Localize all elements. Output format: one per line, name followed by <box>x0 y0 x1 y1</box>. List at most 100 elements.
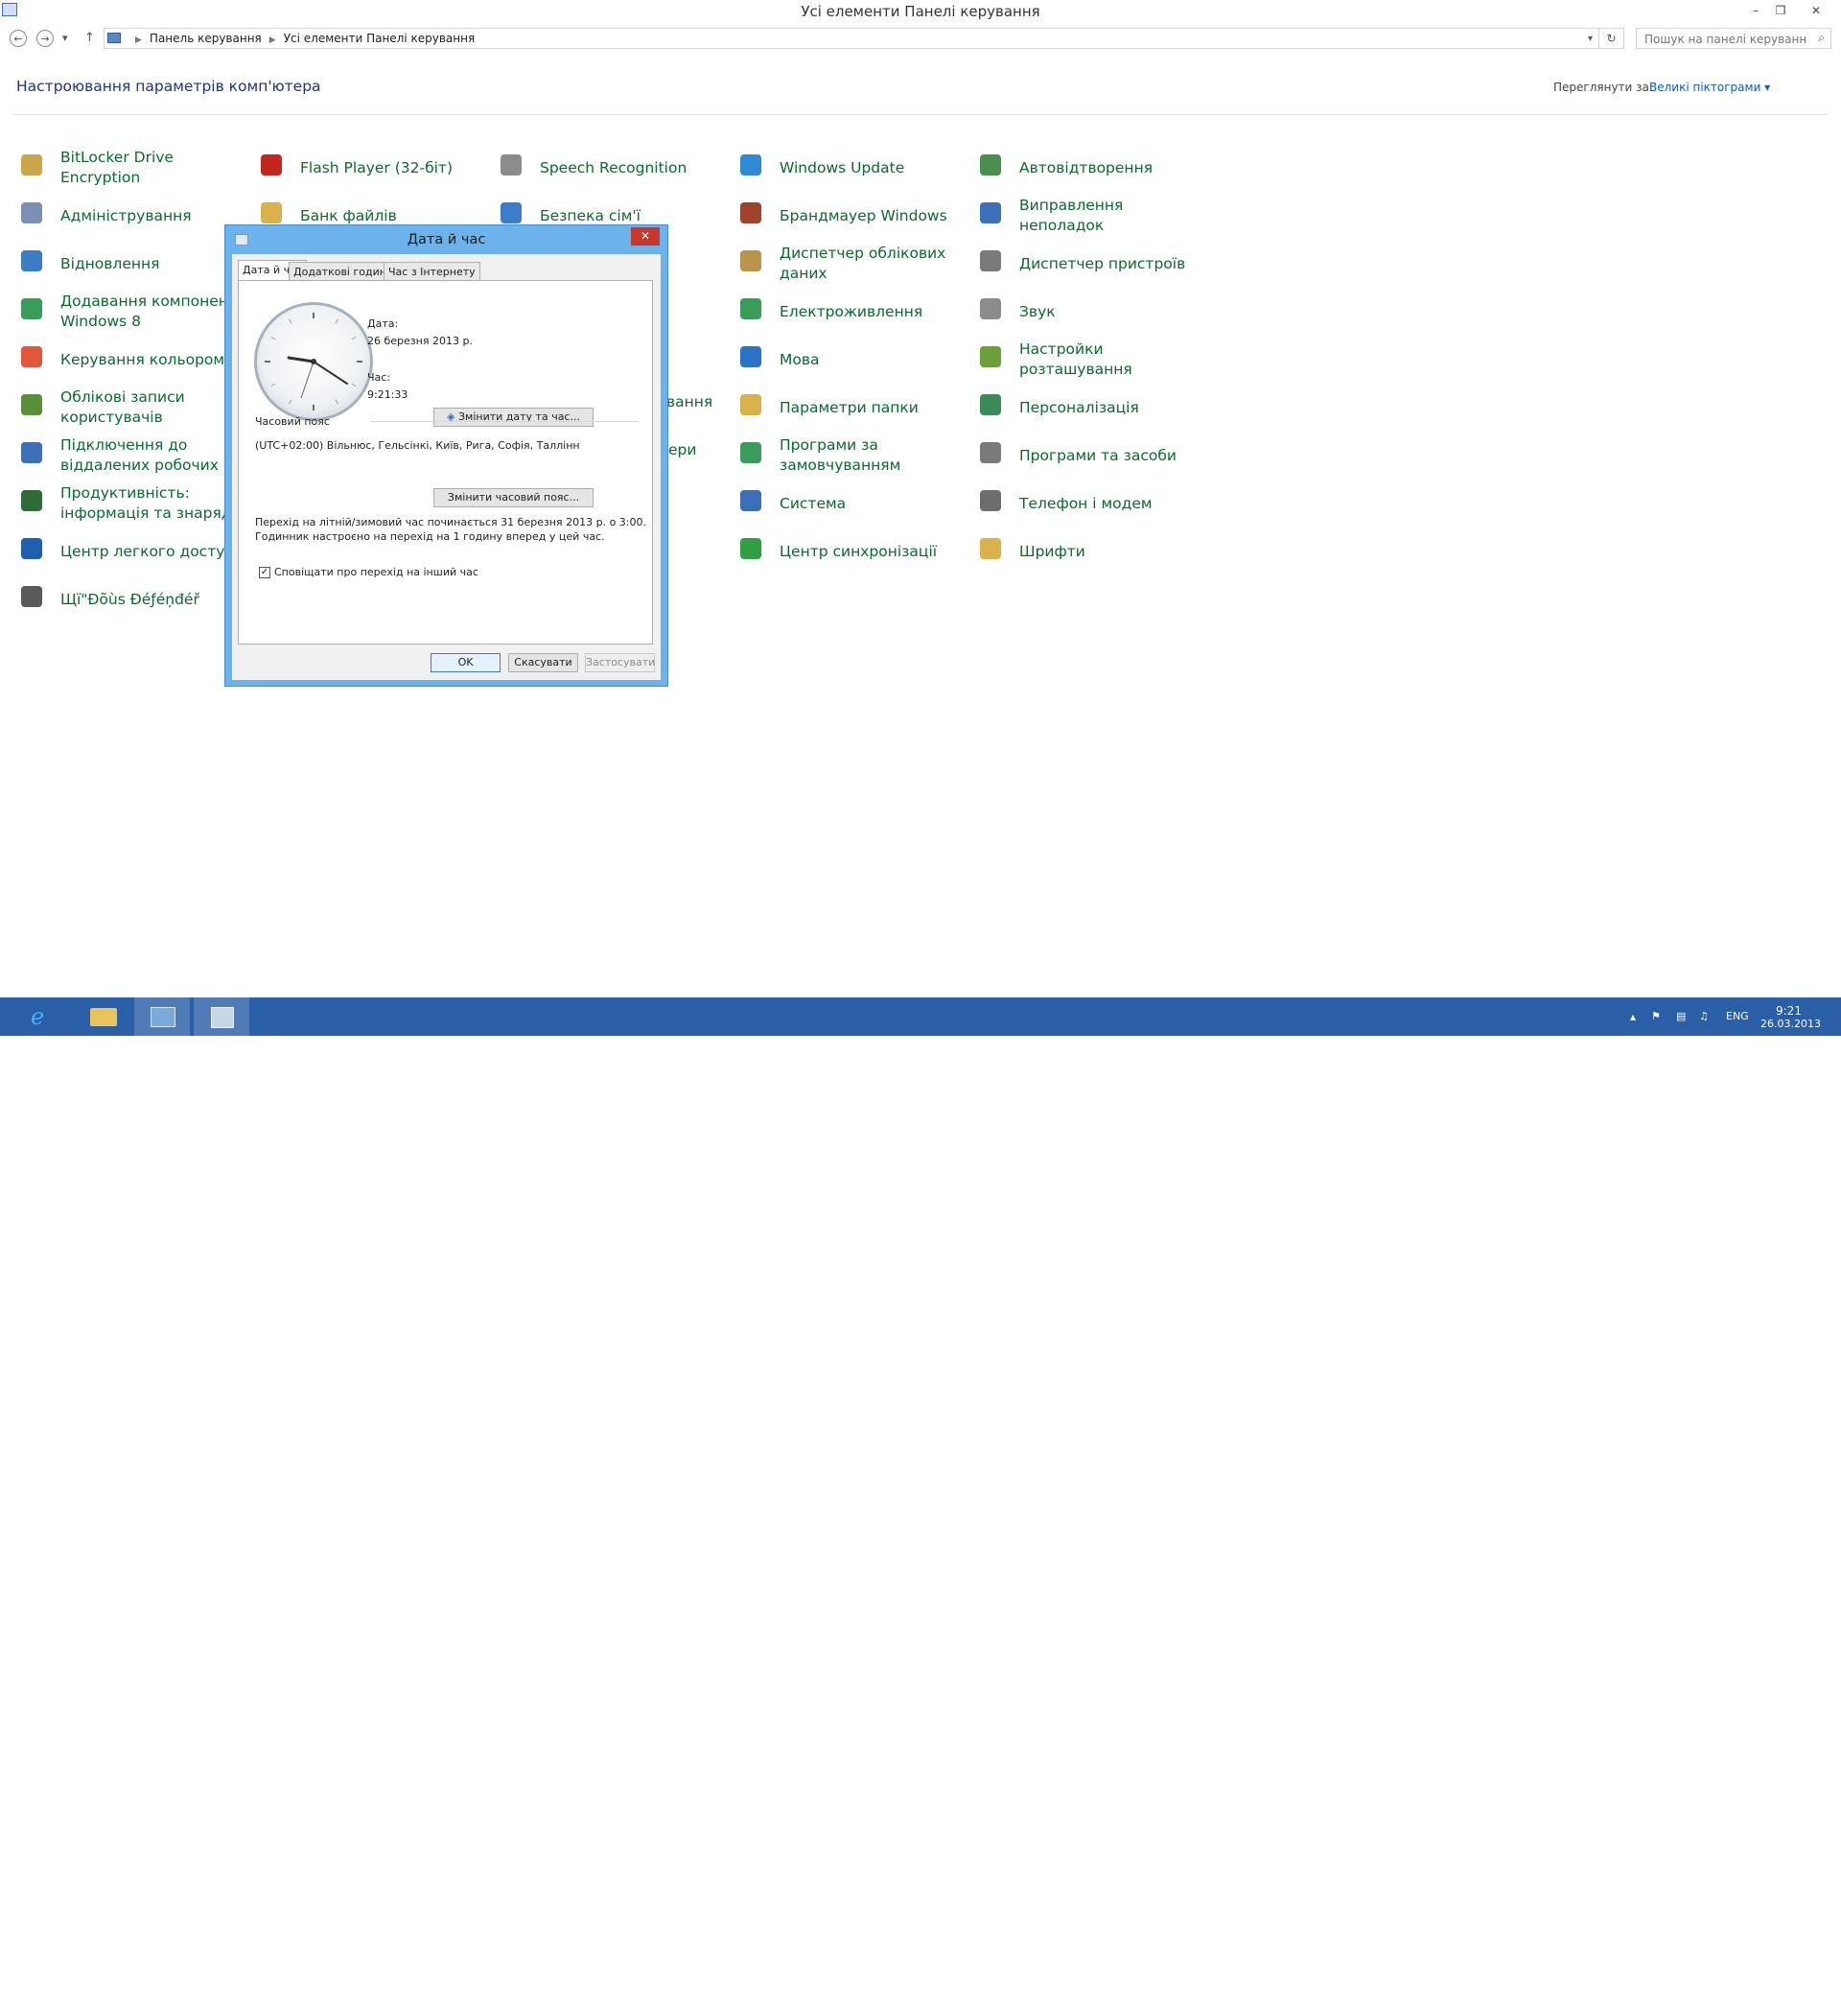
item-label[interactable]: Відновлення <box>60 244 252 284</box>
cancel-button[interactable]: Скасувати <box>508 653 578 672</box>
item-label[interactable]: Диспетчер облікових даних <box>780 244 971 284</box>
item-label[interactable]: Центр синхронізації <box>780 531 971 572</box>
control-panel-item[interactable]: Персоналізація <box>976 387 1211 434</box>
control-panel-item[interactable]: Диспетчер облікових даних <box>736 244 971 290</box>
forward-button[interactable]: → <box>36 30 54 47</box>
control-panel-taskbar-button[interactable] <box>134 997 190 1036</box>
item-label[interactable]: Підключення до віддалених робочих сто <box>60 435 252 476</box>
control-panel-item[interactable]: Підключення до віддалених робочих сто <box>17 435 252 481</box>
item-label[interactable]: Шрифти <box>1019 531 1211 572</box>
volume-icon[interactable]: ♫ <box>1699 997 1709 1036</box>
file-explorer-taskbar-button[interactable] <box>75 997 130 1036</box>
item-label[interactable]: Автовідтворення <box>1019 148 1211 188</box>
control-panel-item[interactable]: Керування кольором <box>17 340 252 386</box>
control-panel-item[interactable]: BitLocker Drive Encryption <box>17 148 252 194</box>
item-label[interactable]: Система <box>780 483 971 524</box>
control-panel-item[interactable]: Звук <box>976 292 1211 338</box>
up-button[interactable]: ↑ <box>84 30 95 47</box>
item-label[interactable]: Щї"Ðõùs Ðéƒéņđéř <box>60 579 252 620</box>
control-panel-item[interactable]: Мова <box>736 340 971 386</box>
control-panel-item[interactable]: Продуктивність: інформація та знаряддя <box>17 483 252 529</box>
clock-date[interactable]: 26.03.2013 <box>1760 1005 1821 1043</box>
item-label[interactable]: Програми та засоби <box>1019 435 1211 476</box>
refresh-button[interactable]: ↻ <box>1599 28 1624 49</box>
dialog-close-button[interactable]: ✕ <box>631 227 660 246</box>
apply-button[interactable]: Застосувати <box>585 653 655 672</box>
show-hidden-icons-icon[interactable]: ▴ <box>1630 997 1636 1036</box>
item-label[interactable]: Додавання компонентів Windows 8 <box>60 292 252 332</box>
control-panel-item[interactable]: Програми та засоби <box>976 435 1211 481</box>
control-panel-item[interactable]: Брандмауер Windows <box>736 196 971 242</box>
notify-checkbox-label[interactable]: Сповіщати про перехід на інший час <box>274 566 478 578</box>
control-panel-item[interactable]: Настройки розташування <box>976 340 1211 386</box>
control-panel-item[interactable]: Електроживлення <box>736 292 971 338</box>
item-label[interactable]: Windows Update <box>780 148 971 188</box>
item-label[interactable]: Центр легкого доступу <box>60 531 252 572</box>
notify-checkbox[interactable]: ✓ <box>259 567 270 578</box>
item-label[interactable]: BitLocker Drive Encryption <box>60 148 252 188</box>
obscured-item-label[interactable]: вання <box>666 393 712 410</box>
control-panel-item[interactable]: Speech Recognition <box>497 148 732 194</box>
item-label[interactable]: Настройки розташування <box>1019 340 1211 380</box>
search-input[interactable] <box>1643 31 1809 48</box>
item-label[interactable]: Керування кольором <box>60 340 252 380</box>
network-icon[interactable]: ▤ <box>1676 997 1686 1036</box>
control-panel-item[interactable]: Шрифти <box>976 531 1211 577</box>
item-label[interactable]: Звук <box>1019 292 1211 332</box>
ok-button[interactable]: OK <box>431 653 501 672</box>
change-date-time-button[interactable]: ◈ Змінити дату та час... <box>433 408 594 427</box>
control-panel-item[interactable]: Телефон і модем <box>976 483 1211 529</box>
address-dropdown-button[interactable]: ▾ <box>1588 30 1593 49</box>
control-panel-item[interactable]: Відновлення <box>17 244 252 290</box>
item-label[interactable]: Flash Player (32-біт) <box>300 148 492 188</box>
item-label[interactable]: Телефон і модем <box>1019 483 1211 524</box>
obscured-item-label[interactable]: ери <box>668 441 696 458</box>
item-label[interactable]: Програми за замовчуванням <box>780 435 971 476</box>
control-panel-item[interactable]: Додавання компонентів Windows 8 <box>17 292 252 338</box>
language-indicator[interactable]: ENG <box>1726 997 1749 1036</box>
control-panel-item[interactable]: Автовідтворення <box>976 148 1211 194</box>
item-label[interactable]: Диспетчер пристроїв <box>1019 244 1211 284</box>
item-label[interactable]: Продуктивність: інформація та знаряддя <box>60 483 252 524</box>
back-button[interactable]: ← <box>10 30 27 47</box>
date-time-taskbar-button[interactable] <box>194 997 249 1036</box>
address-box[interactable]: ▶ Панель керування ▶ Усі елементи Панелі ке… <box>104 28 1599 49</box>
control-panel-item[interactable]: Облікові записи користувачів <box>17 387 252 434</box>
search-icon[interactable]: ⌕ <box>1818 31 1825 45</box>
breadcrumb-all-items[interactable]: Усі елементи Панелі керування <box>284 32 476 45</box>
control-panel-item[interactable]: Диспетчер пристроїв <box>976 244 1211 290</box>
close-window-button[interactable]: ✕ <box>1797 2 1835 19</box>
view-by-label: Переглянути за: <box>1553 81 1653 94</box>
breadcrumb-control-panel[interactable]: Панель керування <box>150 32 262 45</box>
change-timezone-button[interactable]: Змінити часовий пояс... <box>433 488 594 507</box>
item-label[interactable]: Брандмауер Windows <box>780 196 971 236</box>
control-panel-item[interactable]: Центр синхронізації <box>736 531 971 577</box>
control-panel-item[interactable]: Windows Update <box>736 148 971 194</box>
item-label[interactable]: Електроживлення <box>780 292 971 332</box>
restore-button[interactable]: ❐ <box>1768 2 1793 19</box>
item-label[interactable]: Персоналізація <box>1019 387 1211 428</box>
control-panel-item[interactable]: Програми за замовчуванням <box>736 435 971 481</box>
date-time-icon <box>211 1007 234 1028</box>
item-label[interactable]: Speech Recognition <box>540 148 732 188</box>
item-label[interactable]: Адміністрування <box>60 196 252 236</box>
control-panel-item[interactable]: Щї"Ðõùs Ðéƒéņđéř <box>17 579 252 625</box>
troubleshooting-icon <box>976 199 1005 227</box>
item-label[interactable]: Параметри папки <box>780 387 971 428</box>
control-panel-item[interactable]: Flash Player (32-біт) <box>257 148 492 194</box>
action-center-icon[interactable]: ⚑ <box>1651 997 1661 1036</box>
item-label[interactable]: Мова <box>780 340 971 380</box>
item-label[interactable]: Облікові записи користувачів <box>60 387 252 428</box>
control-panel-item[interactable]: Параметри папки <box>736 387 971 434</box>
search-box[interactable]: ⌕ <box>1636 28 1831 49</box>
recent-pages-button[interactable]: ▾ <box>62 30 68 47</box>
minimize-button[interactable]: – <box>1743 2 1768 19</box>
control-panel-item[interactable]: Виправлення неполадок <box>976 196 1211 242</box>
control-panel-item[interactable]: Система <box>736 483 971 529</box>
internet-explorer-taskbar-button[interactable]: e <box>15 997 71 1036</box>
control-panel-item[interactable]: Адміністрування <box>17 196 252 242</box>
control-panel-item[interactable]: Центр легкого доступу <box>17 531 252 577</box>
item-label[interactable]: Виправлення неполадок <box>1019 196 1211 236</box>
view-by-dropdown[interactable]: Великі піктограми ▾ <box>1649 81 1770 94</box>
tab-internet-time[interactable]: Час з Інтернету <box>384 262 480 281</box>
